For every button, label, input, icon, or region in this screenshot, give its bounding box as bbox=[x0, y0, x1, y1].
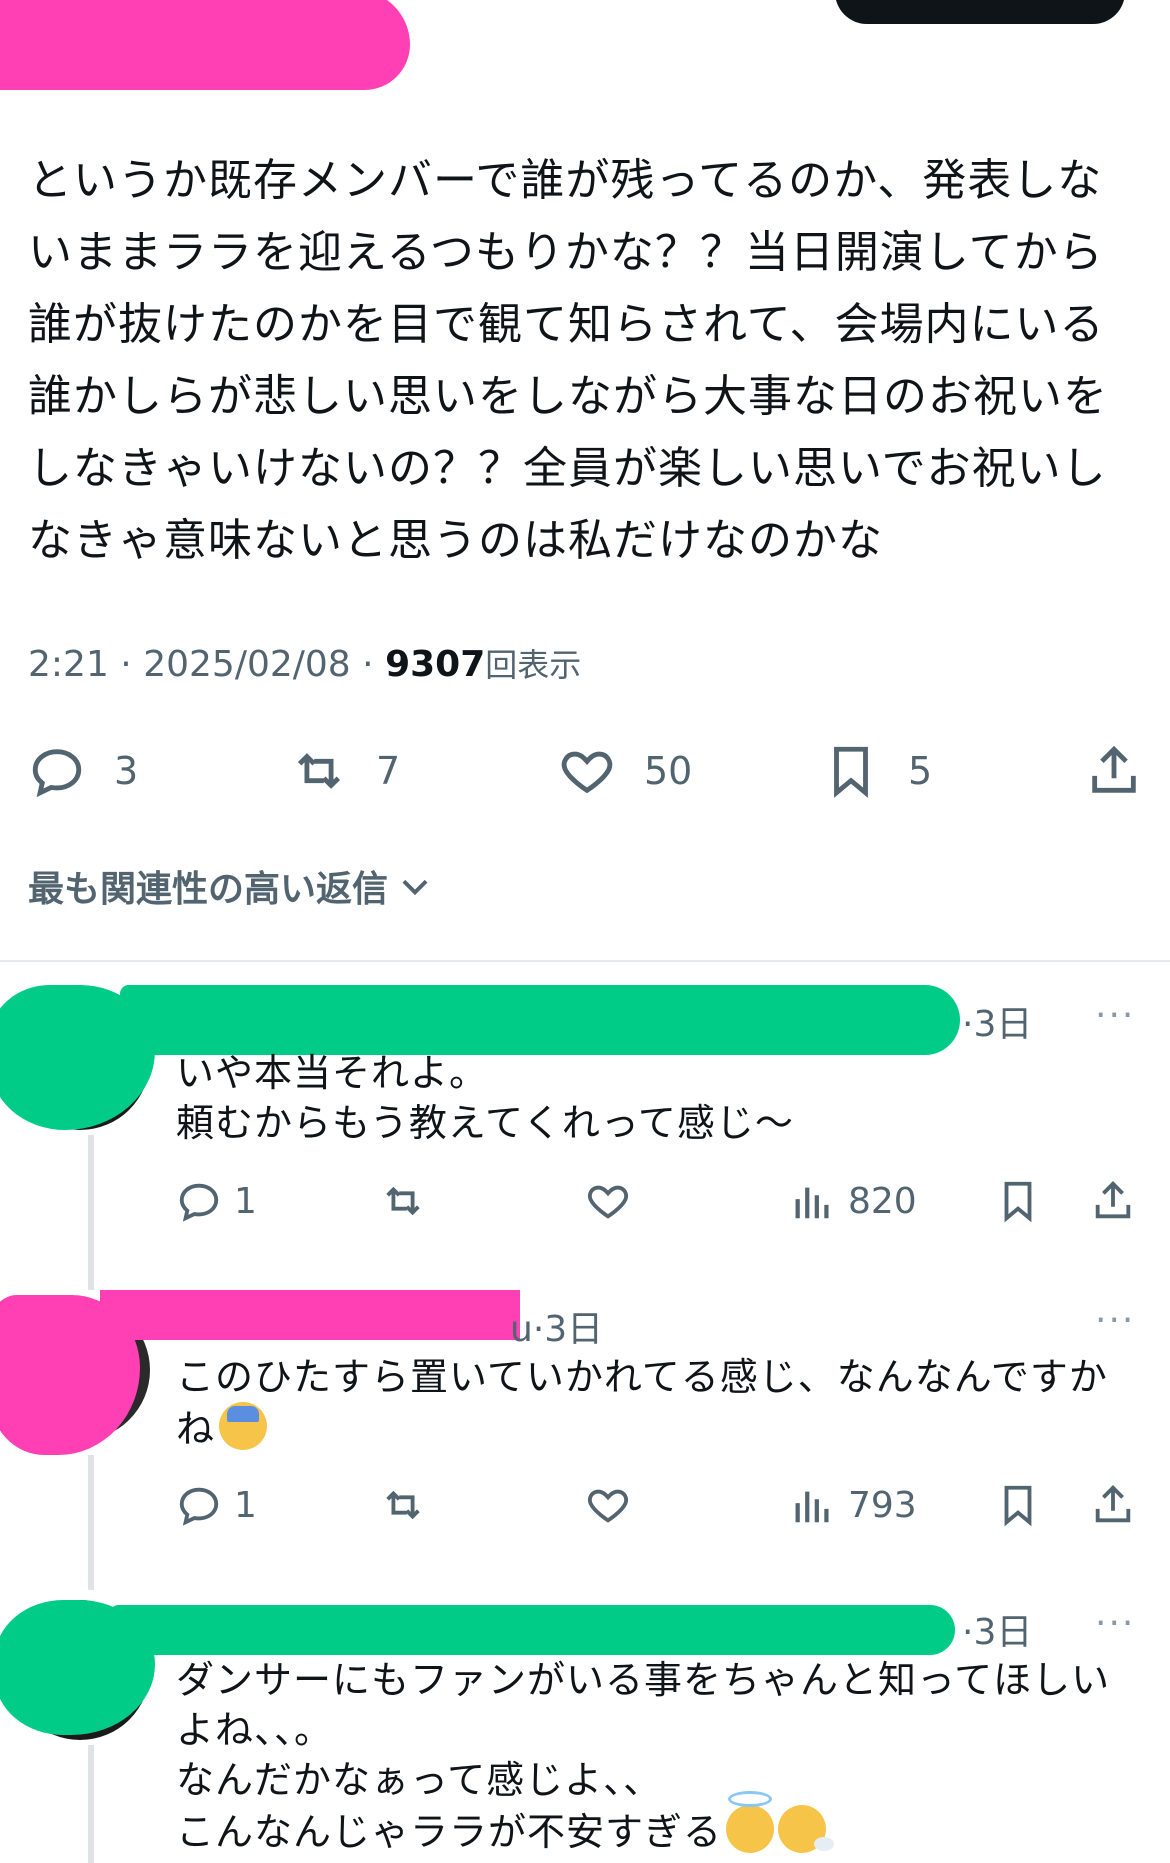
share-icon bbox=[1095, 1181, 1131, 1219]
thread-line bbox=[88, 1135, 94, 1290]
heart-icon bbox=[587, 1185, 629, 1219]
repost-icon bbox=[386, 1186, 420, 1216]
reply-sort-label: 最も関連性の高い返信 bbox=[28, 869, 389, 910]
share-icon bbox=[1095, 1485, 1131, 1523]
face-exhaling-icon bbox=[778, 1805, 835, 1853]
reply-count: 1 bbox=[234, 1180, 257, 1222]
view-label: 回表示 bbox=[485, 646, 582, 684]
reply-text: いや本当それよ。 頼むからもう教えてくれって感じ〜 bbox=[176, 1051, 794, 1145]
smiling-face-with-halo-icon bbox=[726, 1791, 775, 1853]
post-time: 2:21 bbox=[28, 644, 109, 685]
bookmark-action[interactable] bbox=[995, 1178, 1041, 1224]
bookmark-action[interactable]: 5 bbox=[822, 742, 932, 800]
repost-action[interactable]: 7 bbox=[290, 742, 400, 800]
repost-action[interactable] bbox=[380, 1178, 426, 1224]
heart-icon bbox=[587, 1489, 629, 1523]
like-action[interactable]: 50 bbox=[558, 742, 692, 800]
reply-time: ·3日 bbox=[962, 1612, 1033, 1653]
like-action[interactable] bbox=[585, 1178, 631, 1224]
chevron-down-icon bbox=[402, 879, 428, 896]
more-options-button[interactable]: ··· bbox=[1095, 1603, 1135, 1644]
reply-icon bbox=[179, 1487, 219, 1526]
views-action[interactable]: 793 bbox=[790, 1482, 917, 1528]
like-count: 50 bbox=[644, 749, 693, 793]
heart-icon bbox=[561, 751, 613, 794]
reply-body: ダンサーにもファンがいる事をちゃんと知ってほしいよね、、。 なんだかなぁって感じ… bbox=[176, 1655, 1136, 1857]
follow-button[interactable] bbox=[835, 0, 1125, 24]
redaction-username bbox=[120, 985, 960, 1055]
divider bbox=[0, 960, 1170, 962]
reply-count: 1 bbox=[234, 1484, 257, 1526]
reply-time: ·3日 bbox=[962, 1004, 1033, 1045]
share-icon bbox=[1092, 745, 1136, 793]
bookmark-icon bbox=[834, 746, 868, 798]
repost-icon bbox=[386, 1490, 420, 1520]
post-date: 2025/02/08 bbox=[143, 644, 351, 685]
redaction-username bbox=[100, 1290, 520, 1340]
views-action[interactable]: 820 bbox=[790, 1178, 917, 1224]
reply-sort-dropdown[interactable]: 最も関連性の高い返信 bbox=[28, 860, 434, 912]
analytics-icon bbox=[795, 1491, 829, 1523]
bookmark-action[interactable] bbox=[995, 1482, 1041, 1528]
share-action[interactable] bbox=[1090, 1178, 1136, 1224]
repost-count: 7 bbox=[376, 749, 401, 793]
reply-action[interactable]: 3 bbox=[28, 742, 138, 800]
redaction-username bbox=[110, 1605, 955, 1655]
view-count: 9307 bbox=[385, 644, 486, 685]
post-text: というか既存メンバーで誰が残ってるのか、発表しないままララを迎えるつもりかな？？… bbox=[28, 155, 1108, 566]
anxious-face-with-sweat-icon bbox=[219, 1402, 268, 1450]
bookmark-icon bbox=[1004, 1181, 1032, 1223]
bookmark-count: 5 bbox=[908, 749, 933, 793]
share-action[interactable] bbox=[1090, 1482, 1136, 1528]
reply-action[interactable]: 1 bbox=[176, 1178, 257, 1224]
repost-action[interactable] bbox=[380, 1482, 426, 1528]
analytics-icon bbox=[795, 1187, 829, 1219]
redaction-username bbox=[0, 0, 410, 90]
reply-action[interactable]: 1 bbox=[176, 1482, 257, 1528]
reply-text: ダンサーにもファンがいる事をちゃんと知ってほしいよね、、。 なんだかなぁって感じ… bbox=[176, 1658, 1111, 1854]
share-action[interactable] bbox=[1085, 742, 1143, 800]
reply-text: このひたすら置いていかれてる感じ、なんなんですかね bbox=[176, 1355, 1108, 1451]
like-action[interactable] bbox=[585, 1482, 631, 1528]
reply-icon bbox=[179, 1183, 219, 1222]
more-options-button[interactable]: ··· bbox=[1095, 995, 1135, 1036]
thread-line bbox=[88, 1745, 94, 1863]
reply-body: このひたすら置いていかれてる感じ、なんなんですかね bbox=[176, 1352, 1136, 1454]
more-options-button[interactable]: ··· bbox=[1095, 1300, 1135, 1341]
reply-count: 3 bbox=[114, 749, 139, 793]
reply-icon bbox=[32, 749, 82, 798]
reply-handle-time: u·3日 bbox=[510, 1309, 604, 1350]
repost-icon bbox=[297, 753, 341, 789]
view-count: 820 bbox=[848, 1180, 917, 1222]
post-metadata: 2:21 · 2025/02/08 · 9307回表示 bbox=[28, 644, 582, 685]
thread-line bbox=[88, 1455, 94, 1590]
view-count: 793 bbox=[848, 1484, 917, 1526]
bookmark-icon bbox=[1004, 1485, 1032, 1527]
